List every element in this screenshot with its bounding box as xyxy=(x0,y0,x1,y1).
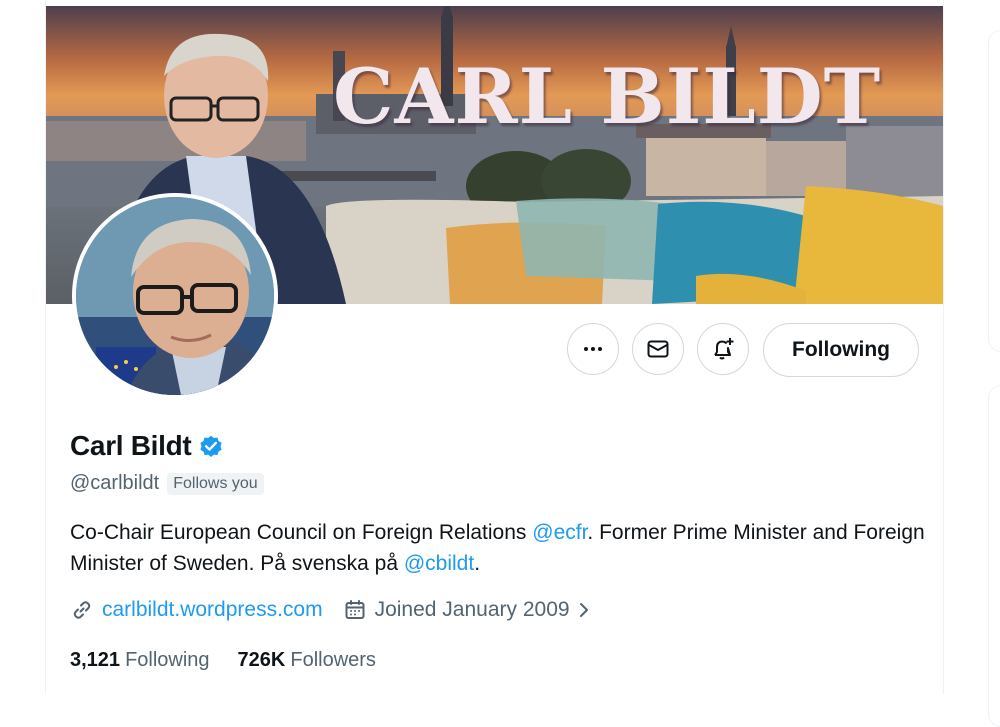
message-button[interactable] xyxy=(632,323,684,375)
handle: @carlbildt xyxy=(70,472,160,494)
profile-column: CARL BILDT Following Carl Bildt @carlbil… xyxy=(45,0,944,694)
following-button[interactable]: Following xyxy=(763,323,919,377)
bio: Co-Chair European Council on Foreign Rel… xyxy=(70,517,930,579)
website-link[interactable]: carlbildt.wordpress.com xyxy=(102,598,323,622)
followers-stat[interactable]: 726K Followers xyxy=(238,649,376,672)
notifications-button[interactable] xyxy=(697,323,749,375)
banner-title: CARL BILDT xyxy=(333,52,882,141)
display-name-row: Carl Bildt xyxy=(70,430,224,462)
mention-cbildt-link[interactable]: @cbildt xyxy=(404,552,474,575)
more-horizontal-icon xyxy=(584,347,602,351)
display-name: Carl Bildt xyxy=(70,430,192,461)
joined-date: Joined January 2009 xyxy=(374,598,570,621)
followers-label: Followers xyxy=(290,649,376,671)
adjacent-panel-top xyxy=(988,30,1000,352)
calendar-icon xyxy=(345,600,365,619)
bell-plus-icon xyxy=(714,338,734,360)
followers-count: 726K xyxy=(237,649,286,671)
bio-text-1: Co-Chair European Council on Foreign Rel… xyxy=(70,521,533,544)
avatar-photo xyxy=(76,197,274,395)
following-count: 3,121 xyxy=(70,649,121,671)
link-icon xyxy=(73,601,91,619)
adjacent-panel-bottom xyxy=(988,385,1000,727)
envelope-icon xyxy=(647,340,669,358)
profile-meta: carlbildt.wordpress.com Joined January 2… xyxy=(70,598,592,622)
mention-ecfr-link[interactable]: @ecfr xyxy=(532,521,587,544)
bio-text-3: . xyxy=(474,552,481,575)
follows-you-badge: Follows you xyxy=(167,472,264,495)
more-button[interactable] xyxy=(567,323,619,375)
handle-row: @carlbildt Follows you xyxy=(70,472,264,495)
following-stat[interactable]: 3,121 Following xyxy=(70,649,210,672)
chevron-right-icon[interactable] xyxy=(576,599,592,621)
avatar[interactable] xyxy=(72,193,278,399)
following-label: Following xyxy=(125,649,210,671)
follow-stats: 3,121 Following 726K Followers xyxy=(70,649,376,672)
verified-badge-icon[interactable] xyxy=(198,433,224,459)
